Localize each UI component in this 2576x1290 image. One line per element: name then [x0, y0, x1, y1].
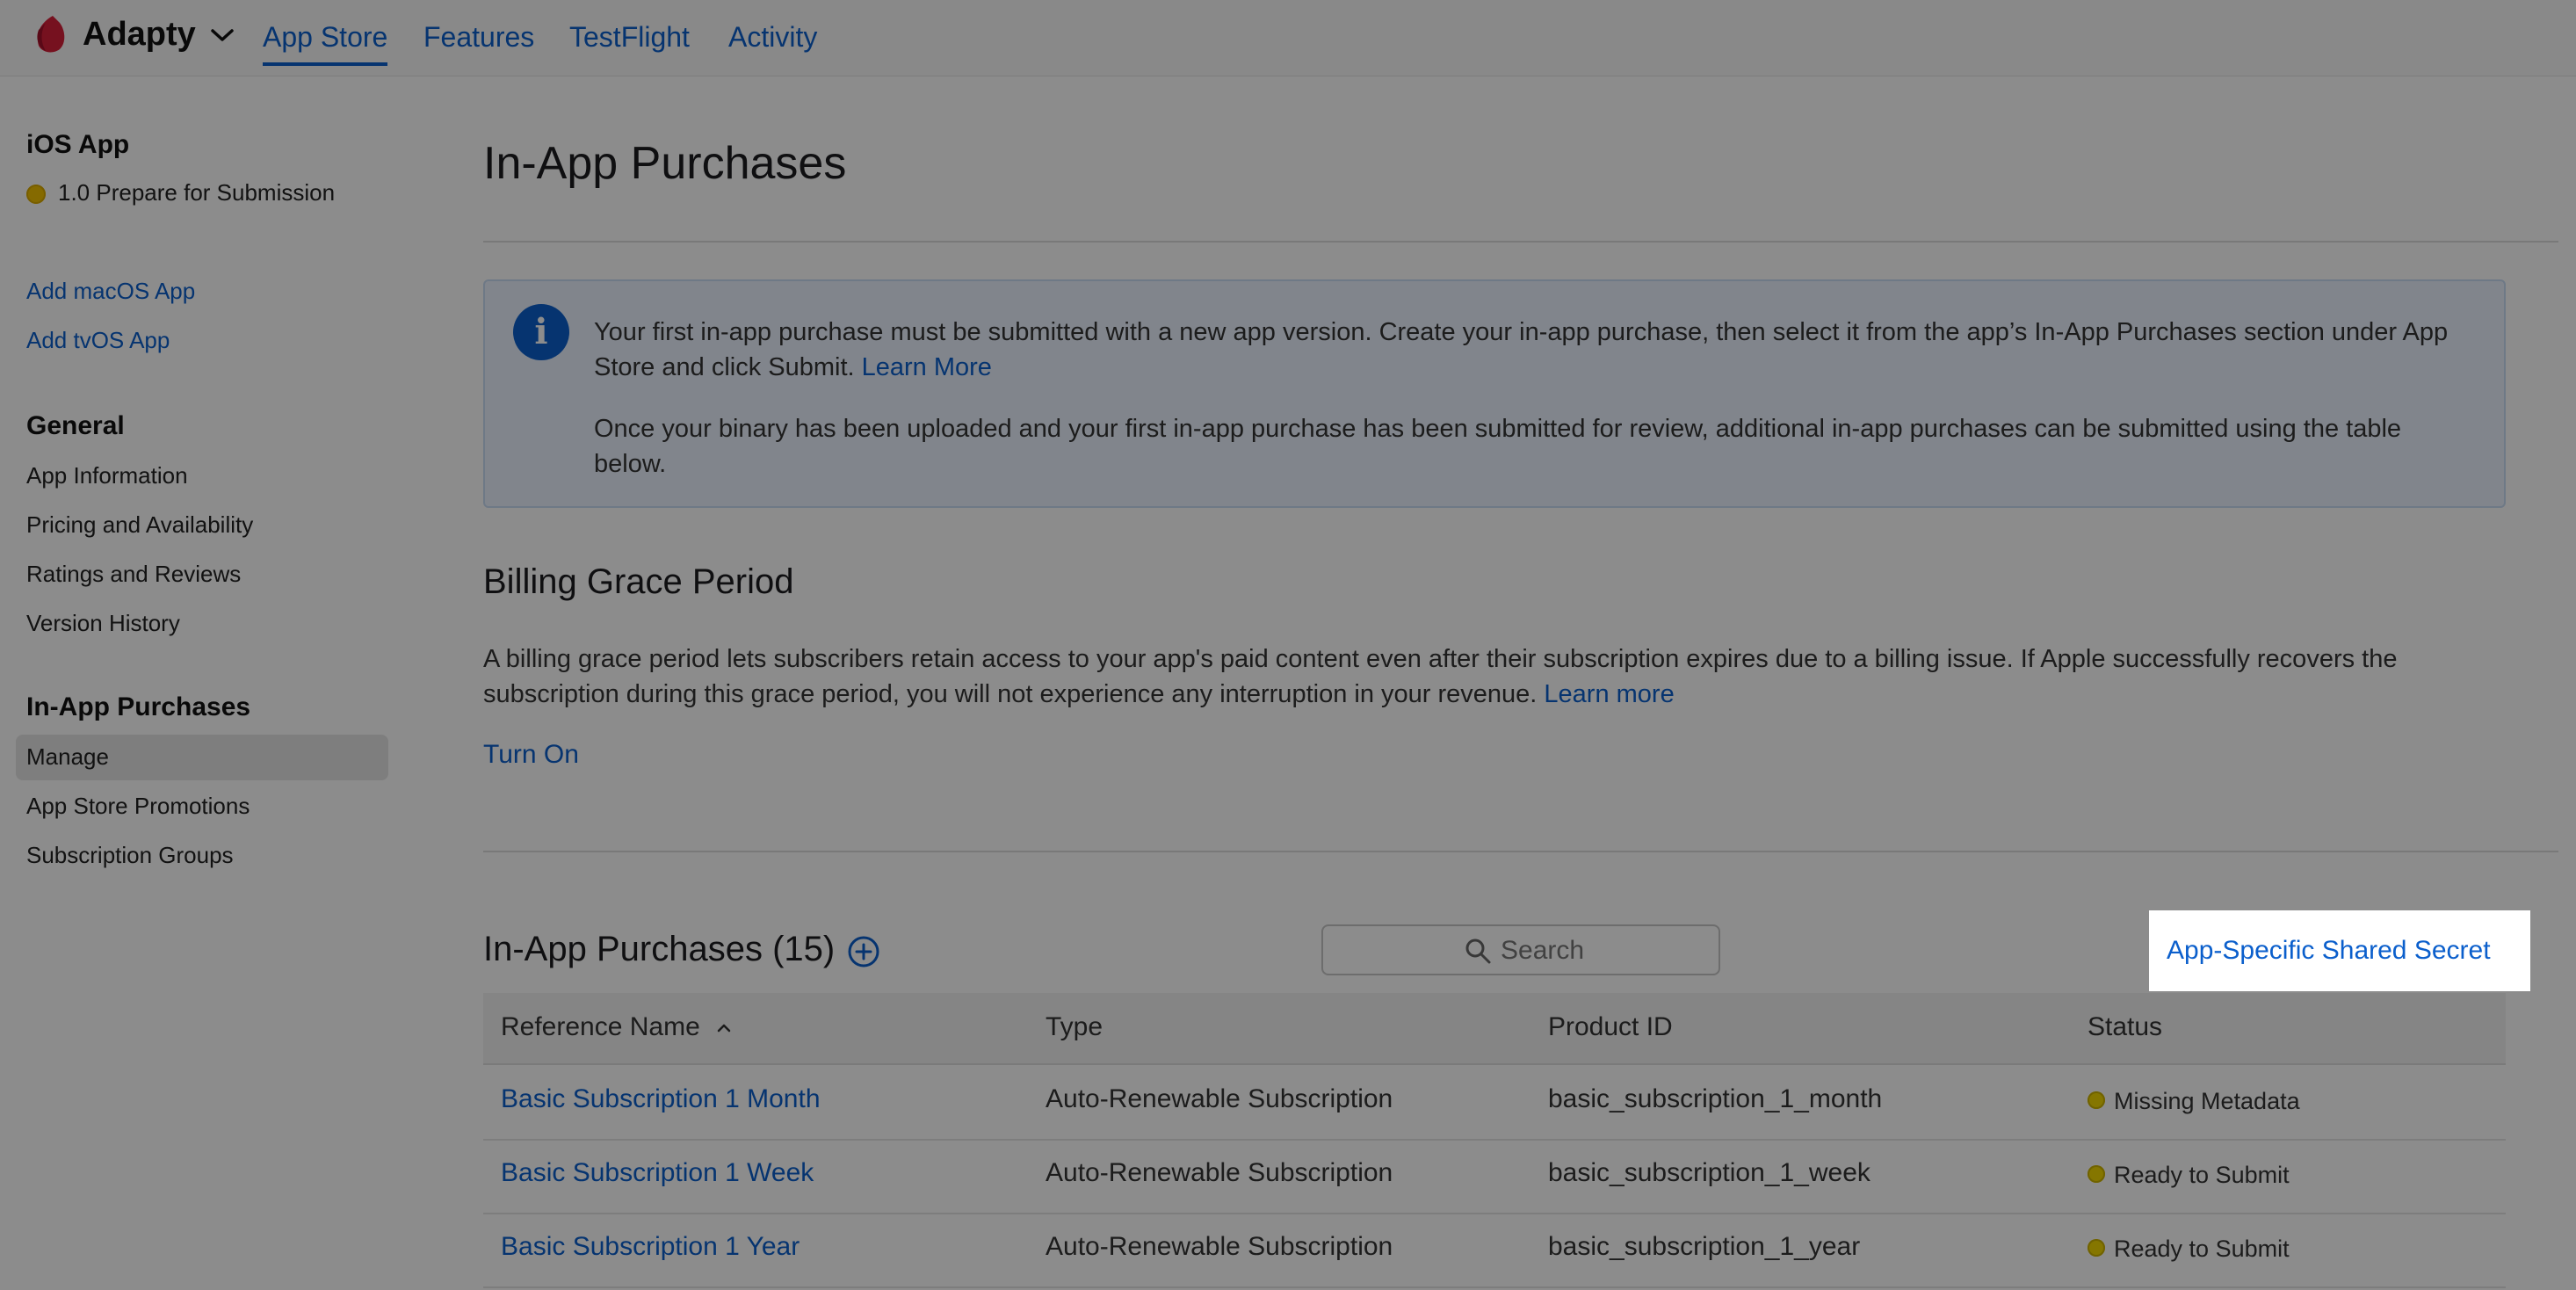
table-row[interactable]: Basic Subscription 1 Year Auto-Renewable… [483, 1213, 2506, 1288]
search-input[interactable]: Search [1321, 924, 1720, 975]
billing-grace-title: Billing Grace Period [483, 562, 794, 601]
info-text-1: Your first in-app purchase must be submi… [594, 315, 2457, 385]
row-product-id: basic_subscription_1_year [1548, 1232, 1861, 1261]
info-text-2: Once your binary has been uploaded and y… [594, 415, 2402, 478]
tab-app-store[interactable]: App Store [263, 21, 388, 66]
row-product-id: basic_subscription_1_week [1548, 1158, 1870, 1187]
add-circle-icon[interactable] [847, 935, 880, 968]
column-header-status[interactable]: Status [2088, 1012, 2162, 1042]
status-dot-icon [2088, 1239, 2105, 1257]
sidebar-item-manage[interactable]: Manage [26, 743, 109, 771]
status-dot-icon [2088, 1165, 2105, 1183]
divider [483, 241, 2558, 243]
add-macos-app-link[interactable]: Add macOS App [26, 278, 195, 305]
sidebar-item-ratings[interactable]: Ratings and Reviews [26, 561, 241, 588]
sidebar-general-heading: General [26, 411, 125, 440]
sidebar-app-heading: iOS App [26, 130, 130, 159]
info-banner: i Your first in-app purchase must be sub… [483, 279, 2506, 508]
row-type: Auto-Renewable Subscription [1046, 1232, 1393, 1261]
row-status: Ready to Submit [2114, 1236, 2290, 1262]
table-row[interactable]: Basic Subscription 1 Month Auto-Renewabl… [483, 1065, 2506, 1141]
status-dot-icon [26, 185, 46, 204]
sidebar-version-status[interactable]: 1.0 Prepare for Submission [58, 179, 335, 207]
tab-features[interactable]: Features [423, 21, 534, 54]
learn-more-link[interactable]: Learn More [862, 353, 992, 381]
billing-grace-text: A billing grace period lets subscribers … [483, 641, 2522, 712]
table-header: Reference Name Type Product ID Status [483, 993, 2506, 1065]
row-type: Auto-Renewable Subscription [1046, 1158, 1393, 1187]
divider [483, 851, 2558, 852]
turn-on-link[interactable]: Turn On [483, 740, 579, 770]
row-reference-name[interactable]: Basic Subscription 1 Week [501, 1158, 814, 1188]
shared-secret-label: App-Specific Shared Secret [2167, 936, 2491, 965]
column-header-type[interactable]: Type [1046, 1012, 1103, 1042]
row-status: Ready to Submit [2114, 1162, 2290, 1188]
search-placeholder: Search [1501, 936, 1585, 965]
column-header-reference-name-label: Reference Name [501, 1012, 700, 1041]
search-icon [1465, 939, 1491, 964]
sidebar: iOS App 1.0 Prepare for Submission Add m… [0, 76, 404, 1290]
sidebar-item-promotions[interactable]: App Store Promotions [26, 793, 250, 820]
row-product-id: basic_subscription_1_month [1548, 1084, 1883, 1113]
column-header-reference-name[interactable]: Reference Name [501, 1012, 732, 1042]
iap-table-title: In-App Purchases (15) [483, 930, 836, 968]
chevron-down-icon[interactable] [209, 26, 235, 44]
sidebar-item-subscription-groups[interactable]: Subscription Groups [26, 842, 234, 869]
sort-ascending-icon [717, 1024, 731, 1033]
app-specific-shared-secret-button[interactable]: App-Specific Shared Secret [2149, 910, 2530, 991]
app-name[interactable]: Adapty [83, 16, 196, 54]
page-title: In-App Purchases [483, 138, 847, 189]
billing-learn-more-link[interactable]: Learn more [1544, 680, 1674, 708]
add-tvos-app-link[interactable]: Add tvOS App [26, 327, 170, 354]
sidebar-item-pricing[interactable]: Pricing and Availability [26, 511, 253, 539]
tab-activity[interactable]: Activity [728, 21, 817, 54]
column-header-product-id[interactable]: Product ID [1548, 1012, 1673, 1042]
row-type: Auto-Renewable Subscription [1046, 1084, 1393, 1113]
status-dot-icon [2088, 1091, 2105, 1109]
row-reference-name[interactable]: Basic Subscription 1 Year [501, 1232, 800, 1262]
top-navigation: Adapty App Store Features TestFlight Act… [0, 0, 2576, 76]
sidebar-item-version-history[interactable]: Version History [26, 610, 180, 637]
adapty-logo-icon[interactable] [33, 14, 69, 54]
info-icon: i [513, 304, 569, 360]
tab-testflight[interactable]: TestFlight [569, 21, 690, 54]
table-row[interactable]: Basic Subscription 1 Week Auto-Renewable… [483, 1139, 2506, 1214]
row-status: Missing Metadata [2114, 1088, 2300, 1114]
billing-grace-body: A billing grace period lets subscribers … [483, 645, 2398, 708]
row-reference-name[interactable]: Basic Subscription 1 Month [501, 1084, 821, 1114]
sidebar-iap-heading: In-App Purchases [26, 692, 251, 721]
sidebar-item-app-information[interactable]: App Information [26, 462, 188, 489]
